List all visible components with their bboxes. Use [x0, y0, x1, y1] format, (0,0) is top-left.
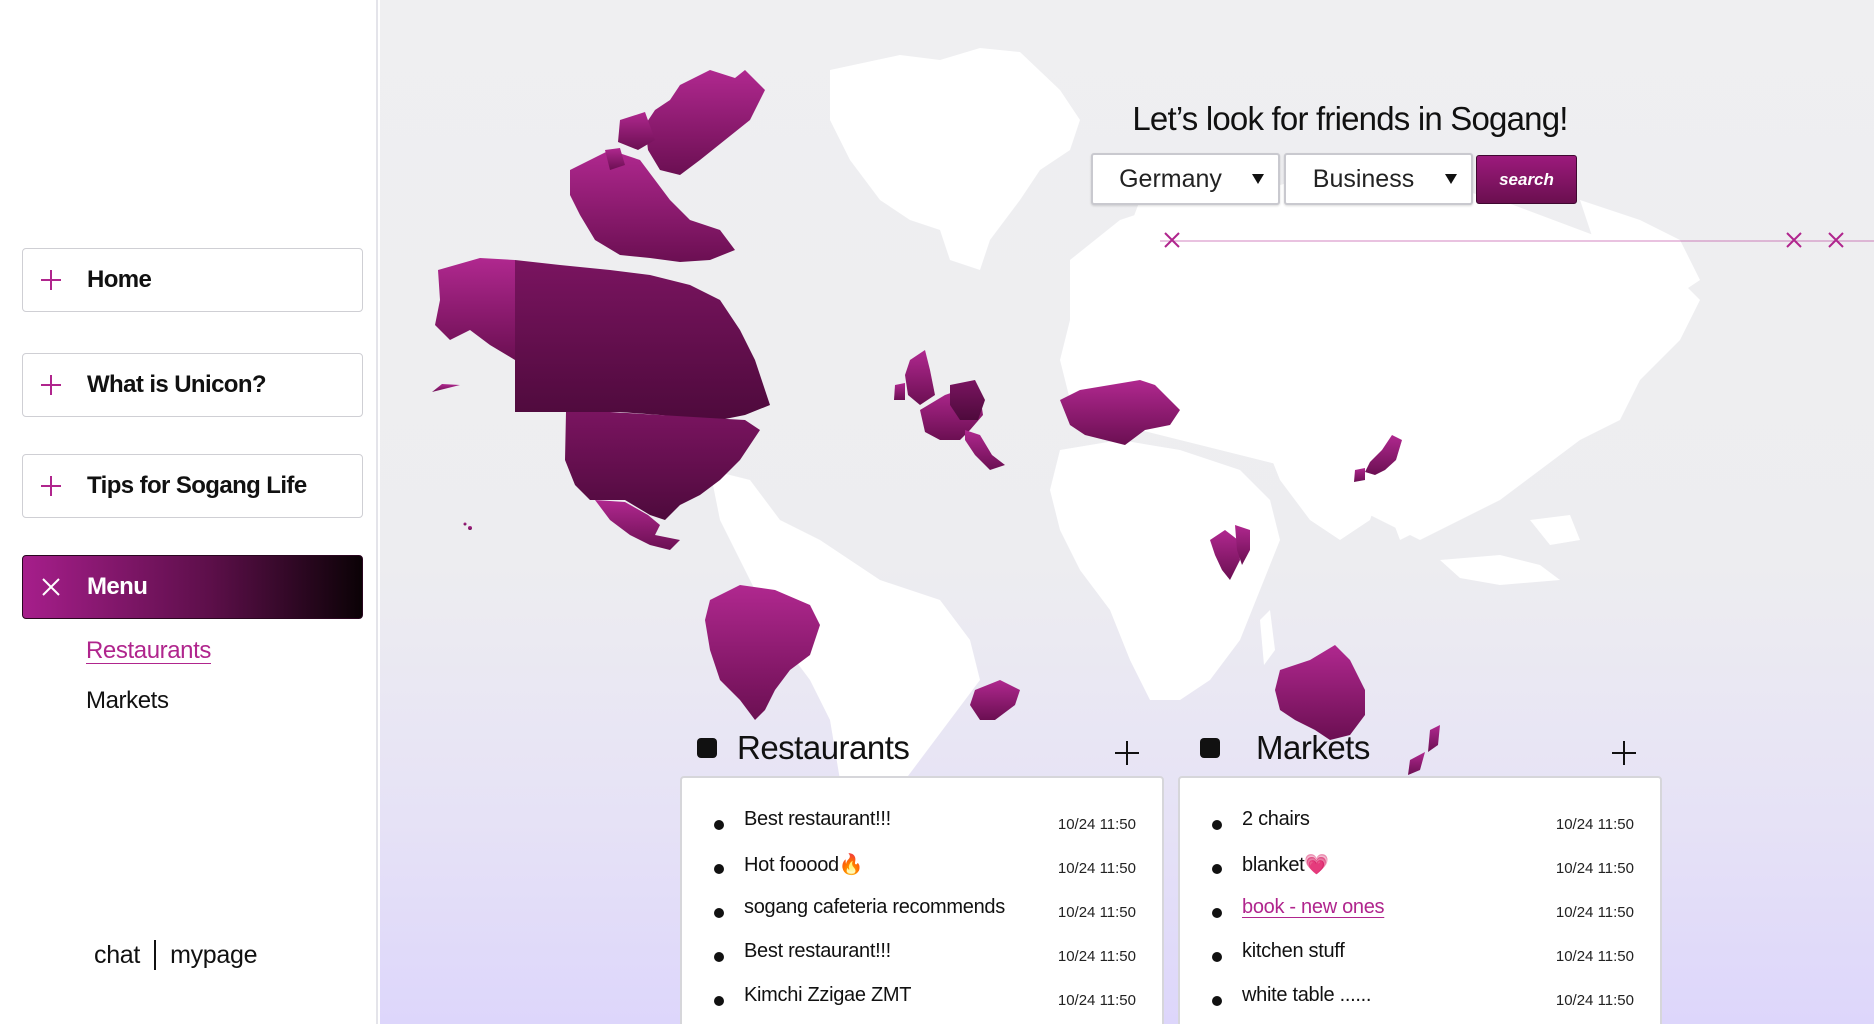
item-time: 10/24 11:50: [1555, 904, 1634, 921]
main-area: Let’s look for friends in Sogang! German…: [380, 0, 1874, 1024]
country-select-value: Germany: [1119, 164, 1222, 193]
bullet: [1212, 908, 1222, 918]
list-item[interactable]: sogang cafeteria recommends 10/24 11:50: [682, 896, 1162, 926]
list-item[interactable]: 2 chairs 10/24 11:50: [1180, 808, 1660, 838]
square-icon: [1200, 738, 1220, 758]
divider: [154, 940, 157, 970]
close-icon[interactable]: [1784, 230, 1804, 250]
item-time: 10/24 11:50: [1555, 992, 1634, 1009]
list-item[interactable]: Best restaurant!!! 10/24 11:50: [682, 940, 1162, 970]
bullet: [714, 952, 724, 962]
nav-what-is-unicon-label: What is Unicon?: [87, 371, 267, 398]
nav-what-is-unicon-button[interactable]: What is Unicon?: [22, 353, 363, 417]
footer-links: chat mypage: [94, 940, 258, 970]
restaurants-title: Restaurants: [737, 729, 910, 766]
item-title[interactable]: 2 chairs: [1242, 808, 1310, 831]
restaurants-header: Restaurants: [697, 728, 910, 768]
item-title[interactable]: Hot fooood🔥: [744, 852, 864, 877]
plus-icon: [41, 476, 61, 496]
plus-icon: [41, 375, 61, 395]
item-time: 10/24 11:50: [1057, 860, 1136, 877]
item-time: 10/24 11:50: [1057, 992, 1136, 1009]
square-icon: [697, 738, 717, 758]
list-item[interactable]: Kimchi Zzigae ZMT 10/24 11:50: [682, 984, 1162, 1014]
nav-tips-label: Tips for Sogang Life: [87, 472, 307, 499]
search-button[interactable]: search: [1476, 155, 1577, 204]
category-select-value: Business: [1312, 164, 1415, 193]
list-item[interactable]: book - new ones 10/24 11:50: [1180, 896, 1660, 926]
list-item[interactable]: Hot fooood🔥 10/24 11:50: [682, 852, 1162, 882]
caret-down-icon: [1252, 174, 1264, 184]
sidebar: Home What is Unicon? Tips for Sogang Lif…: [0, 0, 378, 1024]
submenu-markets-link[interactable]: Markets: [86, 687, 169, 715]
markets-header: Markets: [1200, 728, 1370, 768]
item-title[interactable]: book - new ones: [1242, 896, 1385, 919]
list-item[interactable]: blanket💗 10/24 11:50: [1180, 852, 1660, 882]
item-title[interactable]: blanket💗: [1242, 852, 1329, 877]
country-select[interactable]: Germany: [1091, 153, 1280, 205]
item-title[interactable]: sogang cafeteria recommends: [744, 896, 1005, 919]
item-time: 10/24 11:50: [1555, 860, 1634, 877]
list-item[interactable]: Best restaurant!!! 10/24 11:50: [682, 808, 1162, 838]
bullet: [1212, 864, 1222, 874]
nav-tips-button[interactable]: Tips for Sogang Life: [22, 454, 363, 518]
bullet: [714, 864, 724, 874]
mypage-link[interactable]: mypage: [170, 941, 257, 970]
item-title[interactable]: kitchen stuff: [1242, 940, 1345, 963]
item-time: 10/24 11:50: [1555, 948, 1634, 965]
close-icon[interactable]: [1162, 230, 1182, 250]
page-headline: Let’s look for friends in Sogang!: [1132, 100, 1568, 137]
caret-down-icon: [1445, 174, 1457, 184]
list-item[interactable]: white table ...... 10/24 11:50: [1180, 984, 1660, 1014]
item-time: 10/24 11:50: [1057, 948, 1136, 965]
item-title[interactable]: Best restaurant!!!: [744, 940, 891, 963]
plus-icon: [41, 270, 61, 290]
category-select[interactable]: Business: [1284, 153, 1473, 205]
bullet: [714, 908, 724, 918]
nav-home-label: Home: [87, 266, 152, 293]
bullet: [1212, 952, 1222, 962]
add-restaurant-plus-icon[interactable]: [1113, 739, 1141, 767]
item-title[interactable]: Kimchi Zzigae ZMT: [744, 984, 911, 1007]
item-title[interactable]: white table ......: [1242, 984, 1371, 1007]
list-item[interactable]: kitchen stuff 10/24 11:50: [1180, 940, 1660, 970]
nav-menu-button[interactable]: Menu: [22, 555, 363, 619]
nav-menu-label: Menu: [87, 573, 148, 600]
item-title[interactable]: Best restaurant!!!: [744, 808, 891, 831]
bullet: [714, 996, 724, 1006]
restaurants-panel: Best restaurant!!! 10/24 11:50 Hot foooo…: [680, 776, 1164, 1024]
bullet: [1212, 820, 1222, 830]
markets-title: Markets: [1256, 729, 1370, 766]
item-time: 10/24 11:50: [1555, 816, 1634, 833]
item-time: 10/24 11:50: [1057, 904, 1136, 921]
close-icon: [42, 578, 60, 596]
add-market-plus-icon[interactable]: [1610, 739, 1638, 767]
chat-link[interactable]: chat: [94, 941, 140, 970]
bullet: [714, 820, 724, 830]
item-time: 10/24 11:50: [1057, 816, 1136, 833]
submenu-restaurants-link[interactable]: Restaurants: [86, 637, 211, 665]
close-icon[interactable]: [1826, 230, 1846, 250]
bullet: [1212, 996, 1222, 1006]
nav-home-button[interactable]: Home: [22, 248, 363, 312]
markets-panel: 2 chairs 10/24 11:50 blanket💗 10/24 11:5…: [1178, 776, 1662, 1024]
